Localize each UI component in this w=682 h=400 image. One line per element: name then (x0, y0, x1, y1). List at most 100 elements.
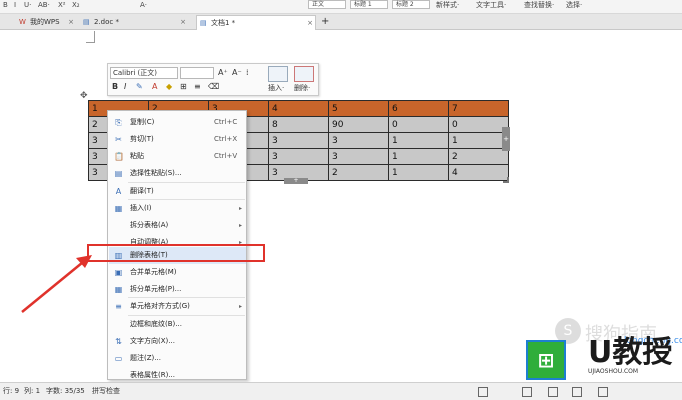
text-tools-button[interactable]: 文字工具· (476, 0, 506, 10)
style-heading-1[interactable]: 标题 1 (350, 0, 388, 9)
table-cell[interactable]: 5 (328, 100, 389, 117)
close-tab-icon[interactable]: × (68, 15, 74, 29)
context-menu-item[interactable]: 边框和底纹(B)... (109, 316, 246, 333)
highlight-icon[interactable]: ✎ (136, 81, 143, 93)
table-move-handle-icon[interactable]: ✥ (80, 91, 88, 101)
font-name-select[interactable]: Calibri (正文) (110, 67, 178, 79)
context-menu-item[interactable]: ▤ 选择性粘贴(S)... (109, 165, 246, 182)
add-row-icon[interactable]: + (284, 178, 308, 184)
context-menu-item[interactable]: ▦ 插入(I) ▸ (109, 200, 246, 217)
close-tab-icon[interactable]: × (180, 15, 186, 29)
ujiaoshou-url: UJIAOSHOU.COM (588, 368, 639, 375)
style-normal[interactable]: 正文 (308, 0, 346, 9)
table-cell[interactable]: 1 (388, 148, 449, 165)
delete-table-icon[interactable] (294, 66, 314, 82)
context-menu-item[interactable]: A 翻译(T) (109, 183, 246, 200)
close-tab-icon[interactable]: × (307, 16, 313, 30)
status-line: 行: 9 (3, 387, 20, 395)
insert-table-icon[interactable] (268, 66, 288, 82)
table-cell[interactable]: 0 (388, 116, 449, 133)
status-word-count: 字数: 35/35 (46, 387, 85, 395)
menu-item-label: 插入(I) (130, 204, 152, 212)
windows-logo-icon: ⊞ (526, 340, 566, 380)
context-menu-item[interactable]: ⎘ 复制(C) Ctrl+C (109, 114, 246, 131)
italic-button[interactable]: I (124, 81, 126, 93)
tab-document-1[interactable]: ▤ 文档1 * × (196, 15, 316, 30)
document-tab-bar: W 我的WPS × ▤ 2.doc * × ▤ 文档1 * × + (0, 14, 682, 30)
menu-item-label: 边框和底纹(B)... (130, 320, 182, 328)
outline-view-icon[interactable] (548, 387, 558, 397)
table-cell[interactable]: 2 (448, 148, 509, 165)
table-cell[interactable]: 1 (448, 132, 509, 149)
menu-item-label: 文字方向(X)... (130, 337, 175, 345)
context-menu-item[interactable]: ▣ 合并单元格(M) (109, 264, 246, 281)
style-heading-2[interactable]: 标题 2 (392, 0, 430, 9)
page-view-icon[interactable] (522, 387, 532, 397)
context-menu-item[interactable]: 📋 粘贴 Ctrl+V (109, 148, 246, 165)
context-menu-item[interactable]: ✂ 剪切(T) Ctrl+X (109, 131, 246, 148)
delete-label[interactable]: 删除· (294, 83, 310, 93)
table-resize-handle-icon[interactable] (503, 177, 509, 183)
select-button[interactable]: 选择· (566, 0, 582, 10)
menu-item-label: 选择性粘贴(S)... (130, 169, 182, 177)
strikethrough-button[interactable]: AB· (38, 0, 50, 10)
add-column-icon[interactable]: + (502, 127, 510, 151)
table-cell[interactable]: 1 (388, 164, 449, 181)
table-cell[interactable]: 3 (328, 132, 389, 149)
document-icon: ▤ (200, 19, 207, 27)
new-tab-button[interactable]: + (318, 15, 332, 30)
menu-item-label: 单元格对齐方式(G) (130, 302, 190, 310)
superscript-button[interactable]: X² (58, 0, 66, 10)
table-cell[interactable]: 4 (448, 164, 509, 181)
wps-logo-icon: W (19, 18, 26, 26)
table-cell[interactable]: 8 (268, 116, 329, 133)
italic-button[interactable]: I (14, 0, 16, 10)
context-menu-item[interactable]: ▭ 题注(Z)... (109, 350, 246, 367)
table-cell[interactable]: 6 (388, 100, 449, 117)
table-cell[interactable]: 90 (328, 116, 389, 133)
table-cell[interactable]: 0 (448, 116, 509, 133)
bold-button[interactable]: B (3, 0, 8, 10)
context-menu-item[interactable]: ⇅ 文字方向(X)... (109, 333, 246, 350)
text-direction-icon: ⇅ (115, 337, 122, 346)
read-view-icon[interactable] (598, 387, 608, 397)
table-cell[interactable]: 3 (268, 148, 329, 165)
shrink-font-button[interactable]: A⁻ (232, 67, 242, 79)
menu-item-label: 翻译(T) (130, 187, 154, 195)
font-color-icon[interactable]: A (152, 81, 157, 93)
grow-font-button[interactable]: A⁺ (218, 67, 228, 79)
font-size-select[interactable] (180, 67, 214, 79)
table-cell[interactable]: 4 (268, 100, 329, 117)
tab-2-doc[interactable]: ▤ 2.doc * × (80, 15, 188, 30)
eraser-icon[interactable]: ⌫ (208, 81, 219, 93)
insert-label[interactable]: 插入· (268, 83, 284, 93)
spell-check-toggle[interactable]: 拼写检查 (92, 383, 120, 400)
table-cell[interactable]: 1 (388, 132, 449, 149)
subscript-button[interactable]: X₂ (72, 0, 80, 10)
tab-label: 2.doc * (94, 18, 119, 26)
find-replace-button[interactable]: 查找替换· (524, 0, 554, 10)
copy-icon: ⎘ (115, 118, 122, 127)
fullscreen-icon[interactable] (478, 387, 488, 397)
table-cell[interactable]: 2 (328, 164, 389, 181)
new-style-button[interactable]: 新样式· (436, 0, 459, 10)
align-icon[interactable]: ≡ (194, 81, 201, 93)
web-view-icon[interactable] (572, 387, 582, 397)
font-color-button[interactable]: A· (140, 0, 147, 10)
annotation-highlight-box (87, 244, 265, 262)
underline-button[interactable]: U· (24, 0, 31, 10)
borders-icon[interactable]: ⊞ (180, 81, 187, 93)
format-painter-button[interactable]: ⁞ (246, 67, 249, 79)
shading-icon[interactable]: ◆ (166, 81, 172, 93)
bold-button[interactable]: B (112, 81, 118, 93)
tab-my-wps[interactable]: W 我的WPS × (16, 15, 76, 30)
insert-table-icon: ▦ (114, 204, 123, 213)
context-menu-item[interactable]: ▦ 拆分单元格(P)... (109, 281, 246, 298)
menu-item-shortcut: Ctrl+X (214, 135, 238, 143)
menu-item-shortcut: Ctrl+V (214, 152, 238, 160)
table-cell[interactable]: 3 (328, 148, 389, 165)
context-menu-item[interactable]: 拆分表格(A) ▸ (109, 217, 246, 234)
context-menu-item[interactable]: ≡ 单元格对齐方式(G) ▸ (109, 298, 246, 315)
table-cell[interactable]: 7 (448, 100, 509, 117)
table-cell[interactable]: 3 (268, 132, 329, 149)
